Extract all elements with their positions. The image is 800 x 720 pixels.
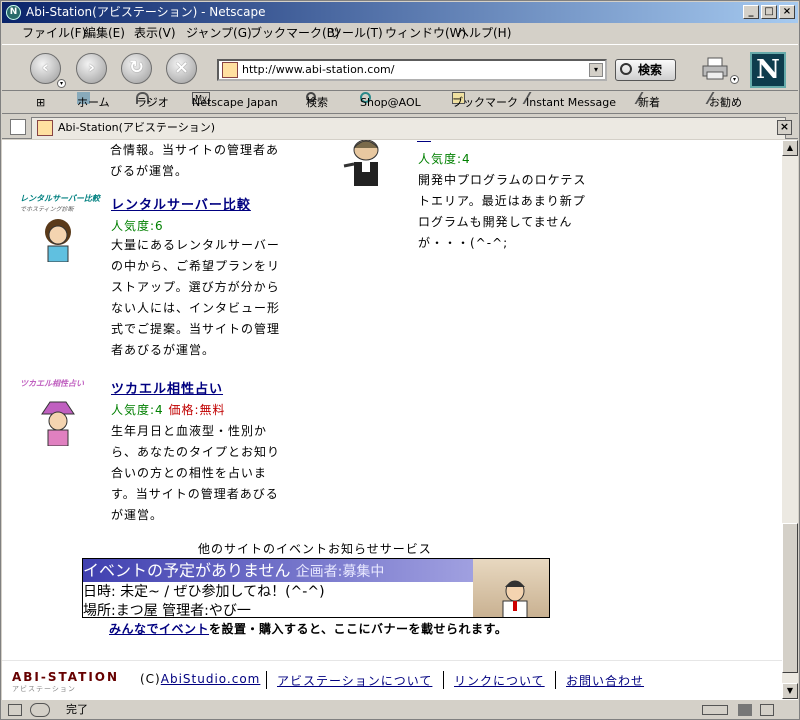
tab-label: Abi-Station(アビステーション) xyxy=(58,121,216,134)
address-dropdown[interactable]: ▾ xyxy=(589,63,603,77)
banner-title-row: イベントの予定がありません 企画者:募集中 xyxy=(83,559,473,582)
right-item-title-fragment xyxy=(417,141,431,142)
close-button[interactable]: × xyxy=(779,5,795,19)
mail-icon[interactable] xyxy=(8,704,22,716)
new-tab-icon[interactable] xyxy=(10,119,26,135)
menu-view[interactable]: 表示(V) xyxy=(134,23,176,43)
page-content: 合情報。当サイトの管理者あ びるが運営。 人気度:4 開発中プログラムのロケテス… xyxy=(2,140,782,699)
netscape-logo[interactable]: N xyxy=(750,52,786,88)
address-bar[interactable]: http://www.abi-station.com/ ▾ xyxy=(217,59,607,81)
right-item-description: 開発中プログラムのロケテス トエリア。最近はあまり新プ ログラムも開発してません… xyxy=(418,173,587,250)
event-footnote: みんなでイベントを設置・購入すると、ここにバナーを載せられます。 xyxy=(109,622,508,636)
girl-character-image xyxy=(45,219,71,262)
scroll-up-icon[interactable]: ▲ xyxy=(782,140,798,156)
rental-server-popularity: 人気度:6 xyxy=(111,219,164,233)
forward-icon[interactable]: › xyxy=(76,53,107,84)
back-icon[interactable]: ‹ xyxy=(30,53,61,84)
fortune-logo[interactable]: ツカエル相性占い xyxy=(20,378,84,389)
window-title: Abi-Station(アビステーション) - Netscape xyxy=(26,5,266,19)
fortune-title-link[interactable]: ツカエル相性占い xyxy=(111,378,223,397)
menu-bar: ファイル(F) 編集(E) 表示(V) ジャンプ(G) ブックマーク(B) ツー… xyxy=(2,23,798,43)
close-tab-button[interactable]: × xyxy=(777,120,792,135)
banner-place: 場所:まつ屋 管理者:やび一 xyxy=(83,603,251,618)
event-heading: 他のサイトのイベントお知らせサービス xyxy=(198,542,432,556)
scroll-down-icon[interactable]: ▼ xyxy=(782,683,798,699)
fortune-description: 生年月日と血液型・性別か ら、あなたのタイプとお知り 合いの方との相性を占いま … xyxy=(111,424,281,522)
security-icon[interactable] xyxy=(30,703,50,717)
print-dropdown[interactable]: ▾ xyxy=(730,75,739,84)
site-favicon xyxy=(37,120,53,136)
event-banner[interactable]: イベントの予定がありません 企画者:募集中 日時: 未定~ / ぜひ参加してね！… xyxy=(82,558,550,618)
vertical-scrollbar[interactable]: ▲ ▼ xyxy=(782,140,798,699)
fortune-price: 価格:無料 xyxy=(168,403,226,417)
scroll-thumb[interactable] xyxy=(782,523,798,673)
status-bar: 完了 xyxy=(2,699,798,720)
abistudio-link[interactable]: AbiStudio.com xyxy=(161,672,261,686)
search-button[interactable]: 検索 xyxy=(615,59,676,81)
personal-toolbar: ⊞ ホーム ラジオ My Netscape Japan 検索 Shop@AOL ブ… xyxy=(2,92,798,114)
rental-server-title-link[interactable]: レンタルサーバー比較 xyxy=(111,194,251,213)
about-link[interactable]: アビステーションについて xyxy=(277,672,432,689)
right-item-popularity: 人気度:4 xyxy=(418,152,471,166)
title-bar: N Abi-Station(アビステーション) - Netscape _ □ × xyxy=(2,2,798,23)
status-text: 完了 xyxy=(66,703,88,716)
footer-separator xyxy=(266,671,267,689)
minna-de-event-link[interactable]: みんなでイベント xyxy=(109,622,209,636)
footer-separator xyxy=(555,671,556,689)
netscape-app-icon: N xyxy=(6,5,21,20)
witch-girl-character-image xyxy=(41,401,75,446)
tab-bar: Abi-Station(アビステーション) × xyxy=(2,115,798,139)
reload-icon[interactable]: ↻ xyxy=(121,53,152,84)
rental-server-description: 大量にあるレンタルサーバー の中から、ご希望プランをリ ストアップ。選び方が分か… xyxy=(111,238,281,357)
print-icon[interactable] xyxy=(702,57,730,81)
minimize-button[interactable]: _ xyxy=(743,5,759,19)
toolbar-grip-icon[interactable]: ⊞ xyxy=(36,92,45,114)
left-top-text: 合情報。当サイトの管理者あ びるが運営。 xyxy=(110,143,280,178)
menu-bookmarks[interactable]: ブックマーク(B) xyxy=(250,23,340,43)
fortune-popularity: 人気度:4 価格:無料 xyxy=(111,403,226,417)
banner-photo xyxy=(473,559,549,617)
menu-window[interactable]: ウィンドウ(W) xyxy=(385,23,466,43)
lock-icon[interactable] xyxy=(738,704,752,716)
banner-date: 日時: 未定~ / ぜひ参加してね！(^-^) xyxy=(83,584,325,600)
search-label: 検索 xyxy=(638,63,663,77)
menu-tools[interactable]: ツール(T) xyxy=(330,23,383,43)
back-history-dropdown[interactable]: ▾ xyxy=(57,79,66,88)
menu-file[interactable]: ファイル(F) xyxy=(22,23,86,43)
footer-logo[interactable]: ABI-STATION アビステーション xyxy=(12,670,119,694)
search-icon xyxy=(620,63,632,75)
tab-abi-station[interactable]: Abi-Station(アビステーション) xyxy=(31,117,786,139)
menu-go[interactable]: ジャンプ(G) xyxy=(186,23,252,43)
developer-character-image xyxy=(343,140,379,186)
rental-server-logo[interactable]: レンタルサーバー比較 でホスティング診断 xyxy=(20,193,100,213)
menu-edit[interactable]: 編集(E) xyxy=(84,23,125,43)
link-policy-link[interactable]: リンクについて xyxy=(454,672,545,689)
maximize-button[interactable]: □ xyxy=(761,5,777,19)
site-favicon xyxy=(222,62,238,78)
address-text: http://www.abi-station.com/ xyxy=(242,63,395,76)
browser-window: N Abi-Station(アビステーション) - Netscape _ □ ×… xyxy=(0,0,800,720)
menu-help[interactable]: ヘルプ(H) xyxy=(457,23,511,43)
footer-separator xyxy=(443,671,444,689)
banner-character-image xyxy=(502,580,528,617)
footer-copyright: (C)AbiStudio.com xyxy=(140,672,261,686)
offline-icon[interactable] xyxy=(760,704,774,716)
connection-icon xyxy=(702,705,728,715)
stop-icon[interactable]: × xyxy=(166,53,197,84)
navigation-toolbar: ‹ ▾ › ↻ × http://www.abi-station.com/ ▾ … xyxy=(2,44,798,91)
contact-link[interactable]: お問い合わせ xyxy=(566,672,644,689)
